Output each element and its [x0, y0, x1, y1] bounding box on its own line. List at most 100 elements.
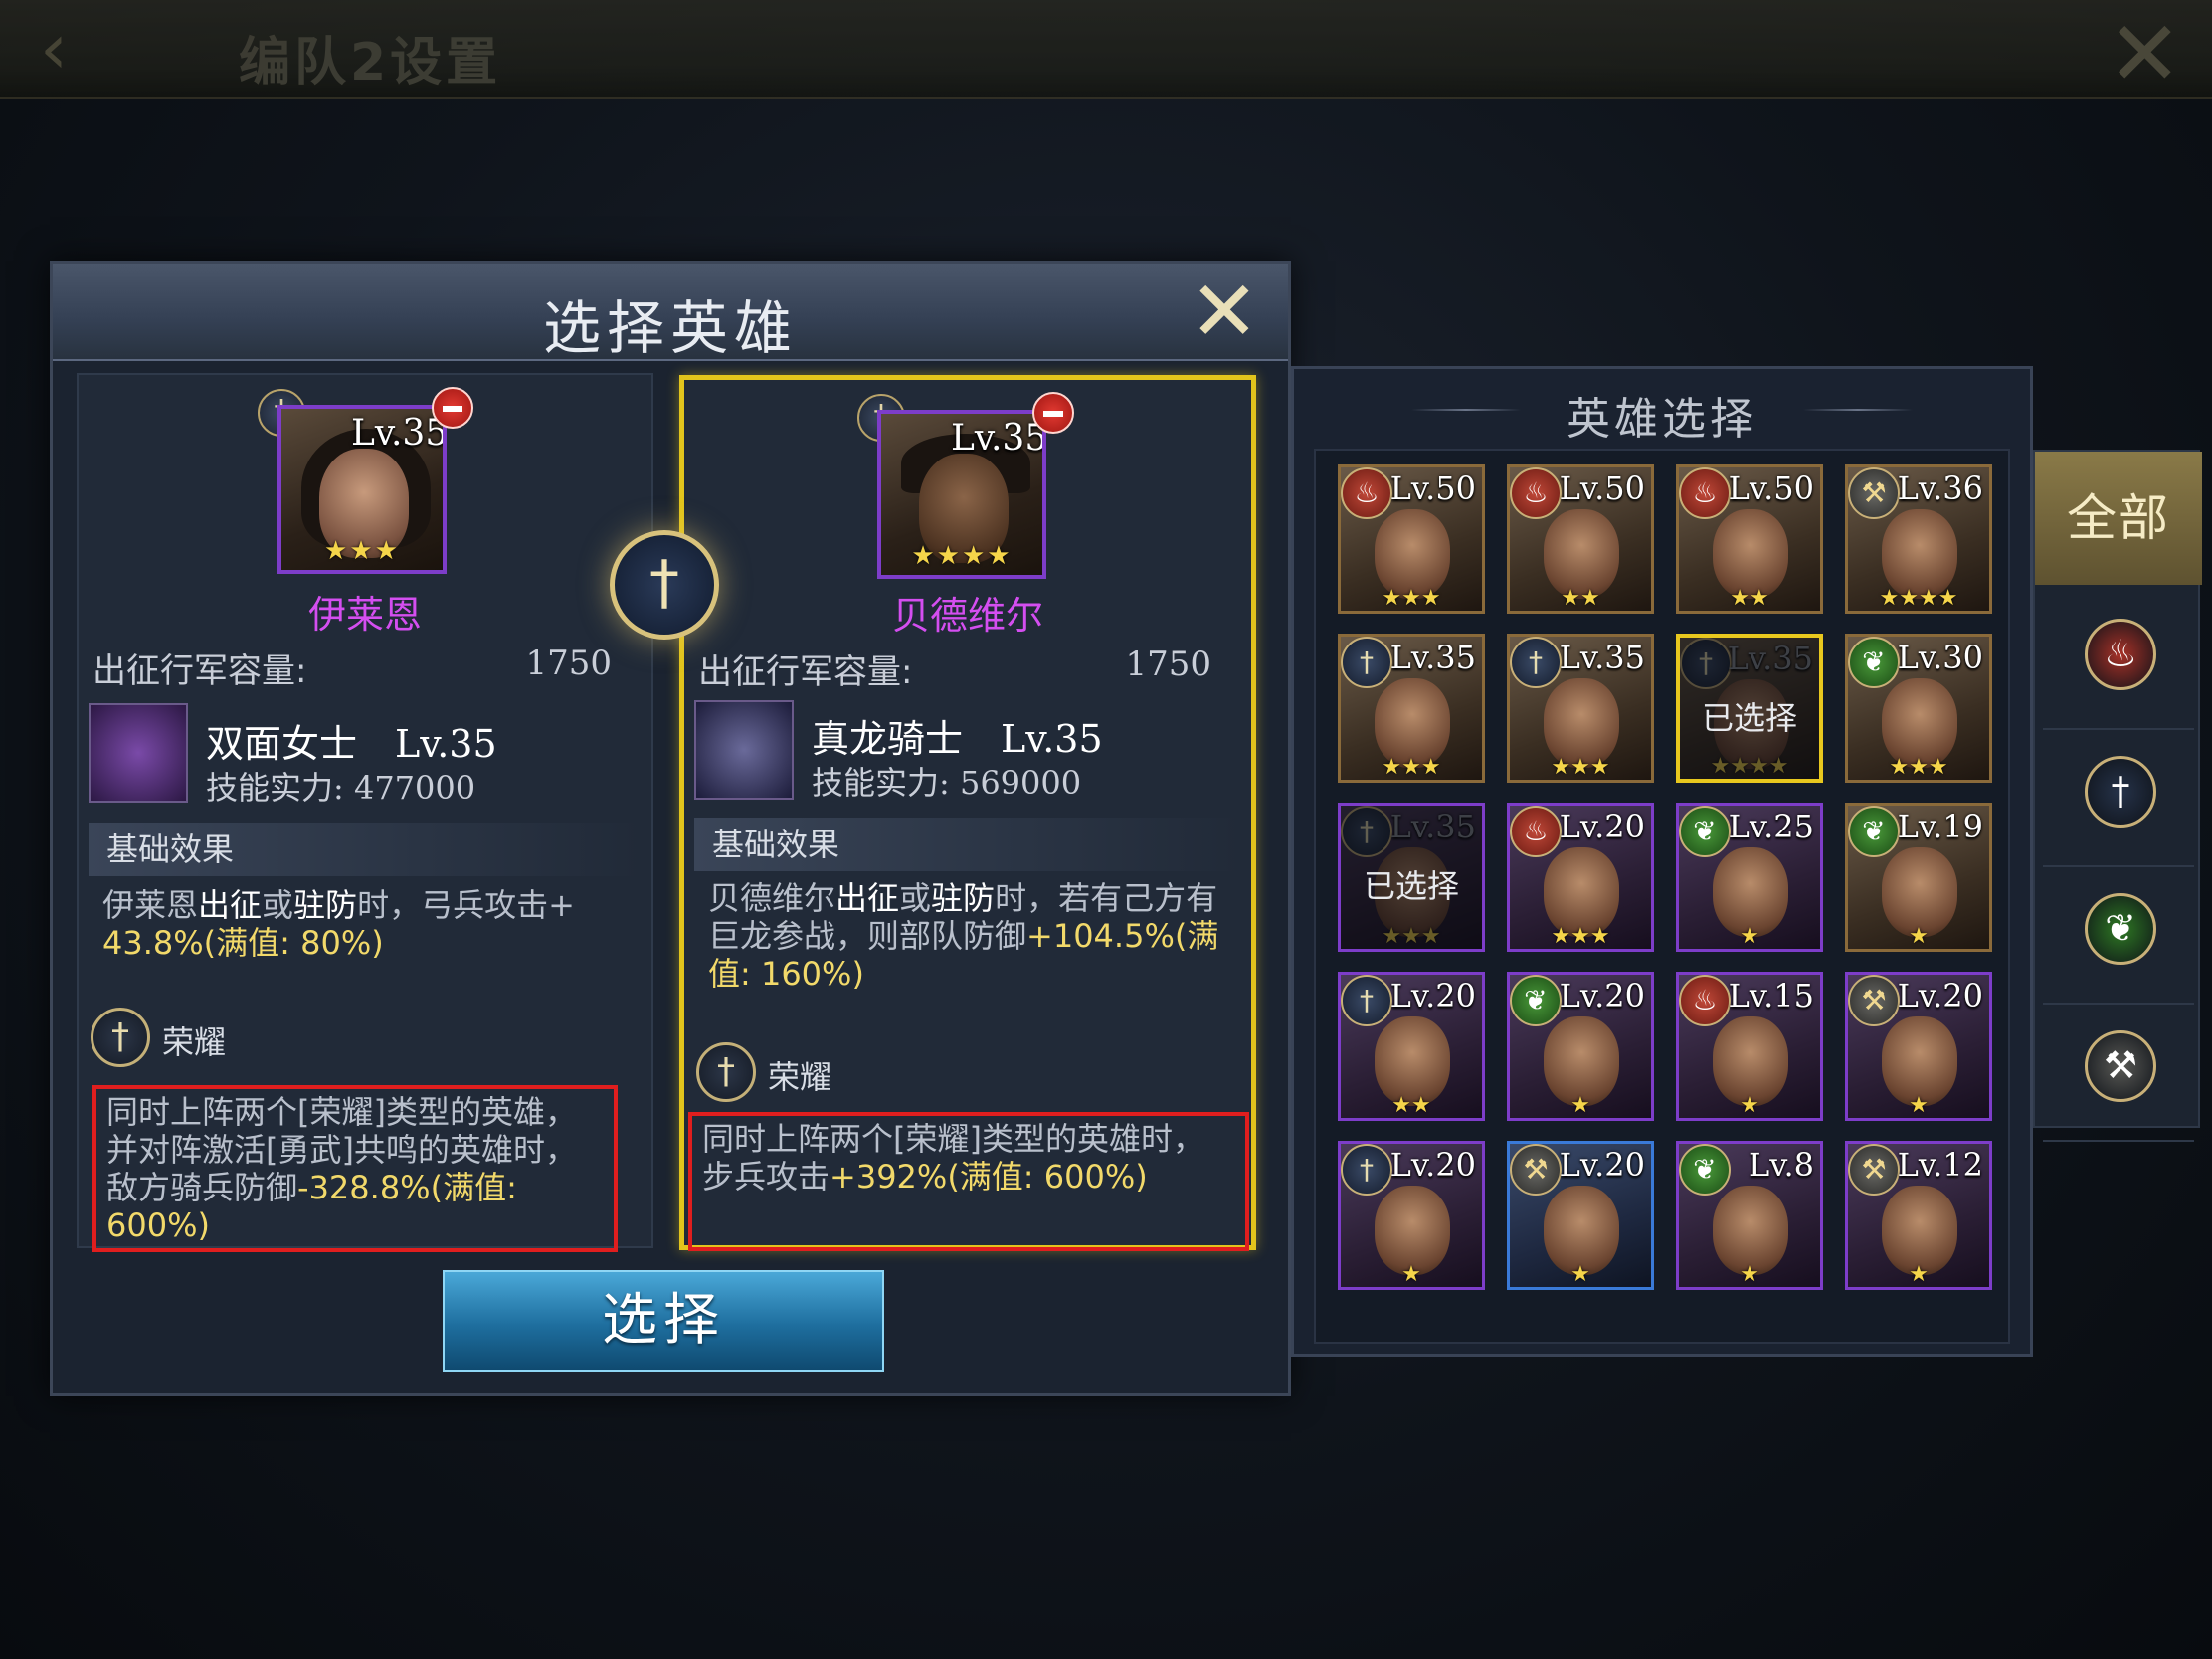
hero-slot-1[interactable]: † Lv.35 ★★★ 伊莱恩 出征行军容量: 1750 双面女士 Lv.35 …	[77, 373, 653, 1252]
hero-card-stars: ★★	[1561, 586, 1600, 611]
hero-card-level: Lv.50	[1728, 469, 1814, 507]
hero-portrait[interactable]: Lv.35 ★★★	[277, 405, 447, 574]
filter-fire-icon[interactable]: ♨	[2085, 619, 2156, 690]
hero-card-stars: ★★★	[1889, 755, 1948, 780]
hero-card-level: Lv.20	[1559, 1146, 1645, 1184]
hero-slot-2[interactable]: † Lv.35 ★★★★ 贝德维尔 出征行军容量: 1750 真龙骑士 Lv.3…	[679, 375, 1256, 1251]
hero-card-stars: ★	[1570, 1093, 1590, 1118]
back-arrow-icon[interactable]: ‹	[40, 14, 129, 84]
dialog-header: 选择英雄 ✕	[53, 264, 1288, 362]
hero-card[interactable]: ♨ Lv.50 ★★	[1507, 464, 1654, 614]
hero-card-level: Lv.20	[1389, 977, 1476, 1014]
hero-card[interactable]: ♨ Lv.50 ★★	[1676, 464, 1823, 614]
hero-card[interactable]: ♨ Lv.20 ★★★	[1507, 803, 1654, 952]
hero-card[interactable]: † Lv.20 ★★	[1338, 972, 1485, 1121]
hero-name: 伊莱恩	[307, 593, 422, 637]
march-capacity: 出征行军容量: 1750	[92, 644, 622, 692]
remove-hero-button[interactable]	[432, 387, 473, 429]
hero-card[interactable]: ❦ Lv.19 ★	[1845, 803, 1992, 952]
hero-card-level: Lv.20	[1559, 977, 1645, 1014]
fire-type-icon: ♨	[1510, 467, 1562, 519]
remove-hero-button[interactable]	[1032, 392, 1074, 434]
skill-icon[interactable]	[694, 700, 794, 800]
hero-card-level: Lv.36	[1897, 469, 1983, 507]
hero-card-level: Lv.20	[1559, 808, 1645, 845]
hero-card[interactable]: † Lv.20 ★	[1338, 1141, 1485, 1290]
hero-card[interactable]: ⚒ Lv.20 ★	[1845, 972, 1992, 1121]
filter-leaf-icon[interactable]: ❦	[2085, 893, 2156, 965]
hero-card[interactable]: † Lv.35 ★★★	[1338, 634, 1485, 783]
leaf-type-icon: ❦	[1848, 806, 1900, 857]
hero-name: 贝德维尔	[891, 594, 1043, 638]
fire-type-icon: ♨	[1679, 975, 1731, 1026]
hero-card[interactable]: ❦ Lv.20 ★	[1507, 972, 1654, 1121]
skill-name: 双面女士 Lv.35	[206, 722, 497, 766]
filter-divider	[2043, 1140, 2194, 1142]
hero-card[interactable]: †Lv.35★★★★已选择	[1676, 634, 1823, 783]
hero-card-level: Lv.15	[1728, 977, 1814, 1014]
hammer-type-icon: ⚒	[1848, 975, 1900, 1026]
hero-card[interactable]: ♨ Lv.15 ★	[1676, 972, 1823, 1121]
filter-hammer-icon[interactable]: ⚒	[2085, 1030, 2156, 1102]
march-capacity-label: 出征行军容量:	[92, 651, 307, 691]
skill-icon[interactable]	[89, 703, 188, 803]
filter-divider	[2043, 1003, 2194, 1005]
hero-card[interactable]: ❦ Lv.30 ★★★	[1845, 634, 1992, 783]
sword-type-icon: †	[1341, 1144, 1392, 1196]
march-capacity-value: 1750	[1125, 645, 1211, 684]
glory-effect-text: 同时上阵两个[荣耀]类型的英雄， 并对阵激活[勇武]共鸣的英雄时， 敌方骑兵防御…	[92, 1085, 618, 1252]
filter-all-tab[interactable]: 全部	[2035, 452, 2202, 585]
hero-stars: ★★★★	[911, 541, 1013, 571]
hero-card[interactable]: ⚒ Lv.12 ★	[1845, 1141, 1992, 1290]
hero-card-level: Lv.50	[1389, 469, 1476, 507]
hero-card-stars: ★	[1740, 1093, 1759, 1118]
hero-card-stars: ★★★★	[1879, 586, 1958, 611]
hero-card-stars: ★★★	[1551, 924, 1610, 949]
hero-select-panel: 英雄选择 ♨ Lv.50 ★★★ ♨ Lv.50 ★★ ♨ Lv.50 ★★ ⚒ Lv.36 ★★★★…	[1291, 366, 2033, 1357]
hero-card-stars: ★★★	[1551, 755, 1610, 780]
glory-icon: †	[696, 1042, 756, 1102]
hero-card-level: Lv.8	[1748, 1146, 1814, 1184]
select-button[interactable]: 选择	[443, 1270, 884, 1372]
hero-card-level: Lv.30	[1897, 639, 1983, 676]
hero-portrait[interactable]: Lv.35 ★★★★	[877, 410, 1046, 579]
top-bar: ‹ 编队2设置 ✕	[0, 0, 2212, 99]
hero-card[interactable]: ⚒ Lv.36 ★★★★	[1845, 464, 1992, 614]
hero-grid[interactable]: ♨ Lv.50 ★★★ ♨ Lv.50 ★★ ♨ Lv.50 ★★ ⚒ Lv.36 ★★★★ † Lv.3…	[1314, 449, 2010, 1344]
hero-card-level: Lv.20	[1389, 1146, 1476, 1184]
hero-card-level: Lv.35	[1559, 639, 1645, 676]
sword-type-icon: †	[1341, 975, 1392, 1026]
filter-divider	[2043, 728, 2194, 730]
skill-power: 技能实力: 569000	[812, 764, 1082, 802]
close-page-icon[interactable]: ✕	[2108, 10, 2182, 99]
leaf-type-icon: ❦	[1679, 1144, 1731, 1196]
hero-type-filters: 全部 ♨ † ❦ ⚒	[2033, 450, 2202, 1142]
hero-card[interactable]: ⚒ Lv.20 ★	[1507, 1141, 1654, 1290]
hero-card[interactable]: † Lv.35 ★★★	[1507, 634, 1654, 783]
hero-select-title: 英雄选择	[1567, 394, 1757, 445]
hero-card-stars: ★	[1740, 924, 1759, 949]
hero-card[interactable]: ❦ Lv.25 ★	[1676, 803, 1823, 952]
close-dialog-icon[interactable]: ✕	[1185, 270, 1264, 353]
swap-heroes-button[interactable]: †	[610, 530, 719, 640]
hero-card-stars: ★	[1909, 924, 1929, 949]
filter-divider	[2043, 865, 2194, 867]
filter-sword-icon[interactable]: †	[2085, 756, 2156, 828]
hero-card[interactable]: ♨ Lv.50 ★★★	[1338, 464, 1485, 614]
hero-stars: ★★★	[324, 536, 400, 566]
hero-card-stars: ★	[1401, 1262, 1421, 1287]
march-capacity-value: 1750	[525, 644, 612, 683]
hero-card[interactable]: †Lv.35★★★已选择	[1338, 803, 1485, 952]
march-capacity-label: 出征行军容量:	[698, 652, 913, 692]
sword-type-icon: †	[1510, 637, 1562, 688]
hero-card-stars: ★	[1909, 1093, 1929, 1118]
hero-card[interactable]: ❦ Lv.8 ★	[1676, 1141, 1823, 1290]
hero-card-stars: ★★	[1391, 1093, 1431, 1118]
hero-card-stars: ★★	[1730, 586, 1769, 611]
glory-icon: †	[91, 1008, 150, 1067]
leaf-type-icon: ❦	[1679, 806, 1731, 857]
glory-label: 荣耀	[162, 1023, 227, 1061]
hero-level: Lv.35	[351, 413, 447, 454]
skill-name: 真龙骑士 Lv.35	[812, 717, 1103, 761]
glory-effect-text: 同时上阵两个[荣耀]类型的英雄时，步兵攻击+392%(满值: 600%)	[688, 1112, 1249, 1251]
